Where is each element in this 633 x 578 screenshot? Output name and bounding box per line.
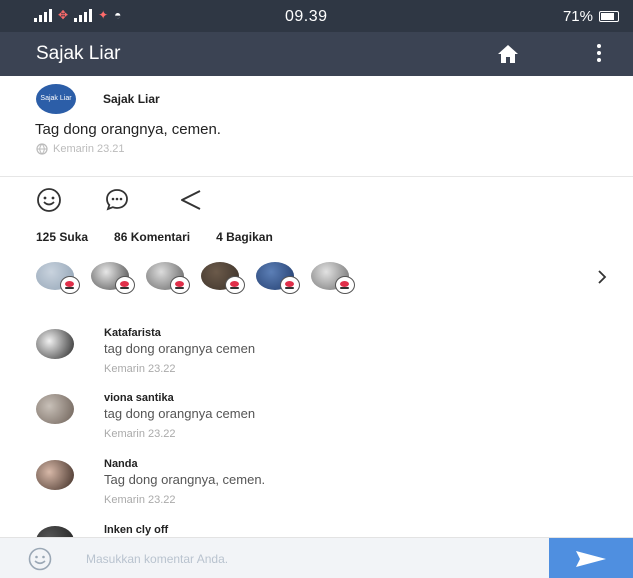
- status-icons: ✥ ✦ ◓: [34, 8, 121, 22]
- battery-percent: 71%: [562, 8, 593, 25]
- reaction-sticker-icon: [60, 276, 80, 294]
- data-transfer-icon: ✥: [58, 8, 69, 22]
- commenter-name[interactable]: lnken cly off: [104, 524, 168, 536]
- liker-avatar[interactable]: [311, 262, 355, 294]
- share-icon[interactable]: [178, 187, 204, 213]
- comment-text: tag dong orangnya cemen: [104, 406, 256, 421]
- comment-timestamp: Kemarin 23.22: [104, 428, 176, 440]
- post-stats: 125 Suka 86 Komentari 4 Bagikan: [36, 230, 273, 244]
- reaction-sticker-icon: [170, 276, 190, 294]
- post-text: Tag dong orangnya, cemen.: [35, 121, 221, 138]
- comment-item[interactable]: Katafarista tag dong orangnya cemen Kemari…: [0, 327, 633, 387]
- liker-avatar[interactable]: [36, 262, 80, 294]
- post-author-avatar[interactable]: Sajak Liar: [36, 84, 76, 114]
- home-icon[interactable]: [497, 44, 519, 64]
- comment-text: Tag dong orangnya, cemen.: [104, 472, 266, 487]
- emoji-icon[interactable]: [26, 547, 54, 571]
- likes-count[interactable]: 125 Suka: [36, 230, 88, 244]
- more-vertical-icon[interactable]: [596, 44, 602, 64]
- status-time: 09.39: [285, 8, 328, 25]
- comment-timestamp: Kemarin 23.22: [104, 363, 176, 375]
- commenter-name[interactable]: Katafarista: [104, 327, 161, 339]
- post-timestamp: Kemarin 23.21: [53, 143, 125, 155]
- commenter-avatar[interactable]: [36, 329, 74, 359]
- comment-icon[interactable]: [104, 187, 130, 213]
- app-title: Sajak Liar: [36, 43, 121, 64]
- liker-avatars[interactable]: [36, 262, 355, 294]
- comments-count[interactable]: 86 Komentari: [114, 230, 190, 244]
- reaction-sticker-icon: [225, 276, 245, 294]
- reaction-sticker-icon: [115, 276, 135, 294]
- send-button[interactable]: [549, 538, 633, 578]
- signal-bars-icon: [34, 8, 52, 22]
- commenter-name[interactable]: Nanda: [104, 458, 138, 470]
- status-bar: ✥ ✦ ◓ 09.39 71%: [0, 0, 633, 32]
- shares-count[interactable]: 4 Bagikan: [216, 230, 273, 244]
- chevron-right-icon[interactable]: [597, 270, 607, 284]
- commenter-name[interactable]: viona santika: [104, 392, 174, 404]
- reaction-sticker-icon: [280, 276, 300, 294]
- app-bar: Sajak Liar: [0, 32, 633, 76]
- comment-item[interactable]: viona santika tag dong orangnya cemen Kema…: [0, 392, 633, 452]
- comment-item[interactable]: Nanda Tag dong orangnya, cemen. Kemarin 23…: [0, 458, 633, 518]
- send-icon: [576, 550, 606, 567]
- comment-input-bar: [0, 537, 633, 578]
- globe-icon: [36, 143, 48, 155]
- commenter-avatar[interactable]: [36, 460, 74, 490]
- liker-avatar[interactable]: [146, 262, 190, 294]
- commenter-avatar[interactable]: [36, 394, 74, 424]
- divider: [0, 176, 633, 177]
- liker-avatar[interactable]: [256, 262, 300, 294]
- post-meta: Kemarin 23.21: [36, 143, 125, 155]
- smile-icon[interactable]: [36, 187, 62, 213]
- avatar-logo-text: Sajak Liar: [40, 95, 72, 102]
- comment-timestamp: Kemarin 23.22: [104, 494, 176, 506]
- battery-status: 71%: [563, 8, 619, 25]
- comment-text: tag dong orangnya cemen: [104, 341, 256, 356]
- reaction-sticker-icon: [335, 276, 355, 294]
- liker-avatar[interactable]: [91, 262, 135, 294]
- liker-avatar[interactable]: [201, 262, 245, 294]
- notification-icon: ✦: [98, 8, 109, 22]
- post-author-name[interactable]: Sajak Liar: [103, 92, 160, 106]
- comment-input[interactable]: [86, 548, 536, 570]
- signal-bars-icon: [74, 8, 93, 22]
- wifi-icon: ◓: [114, 8, 122, 22]
- battery-icon: [599, 11, 619, 22]
